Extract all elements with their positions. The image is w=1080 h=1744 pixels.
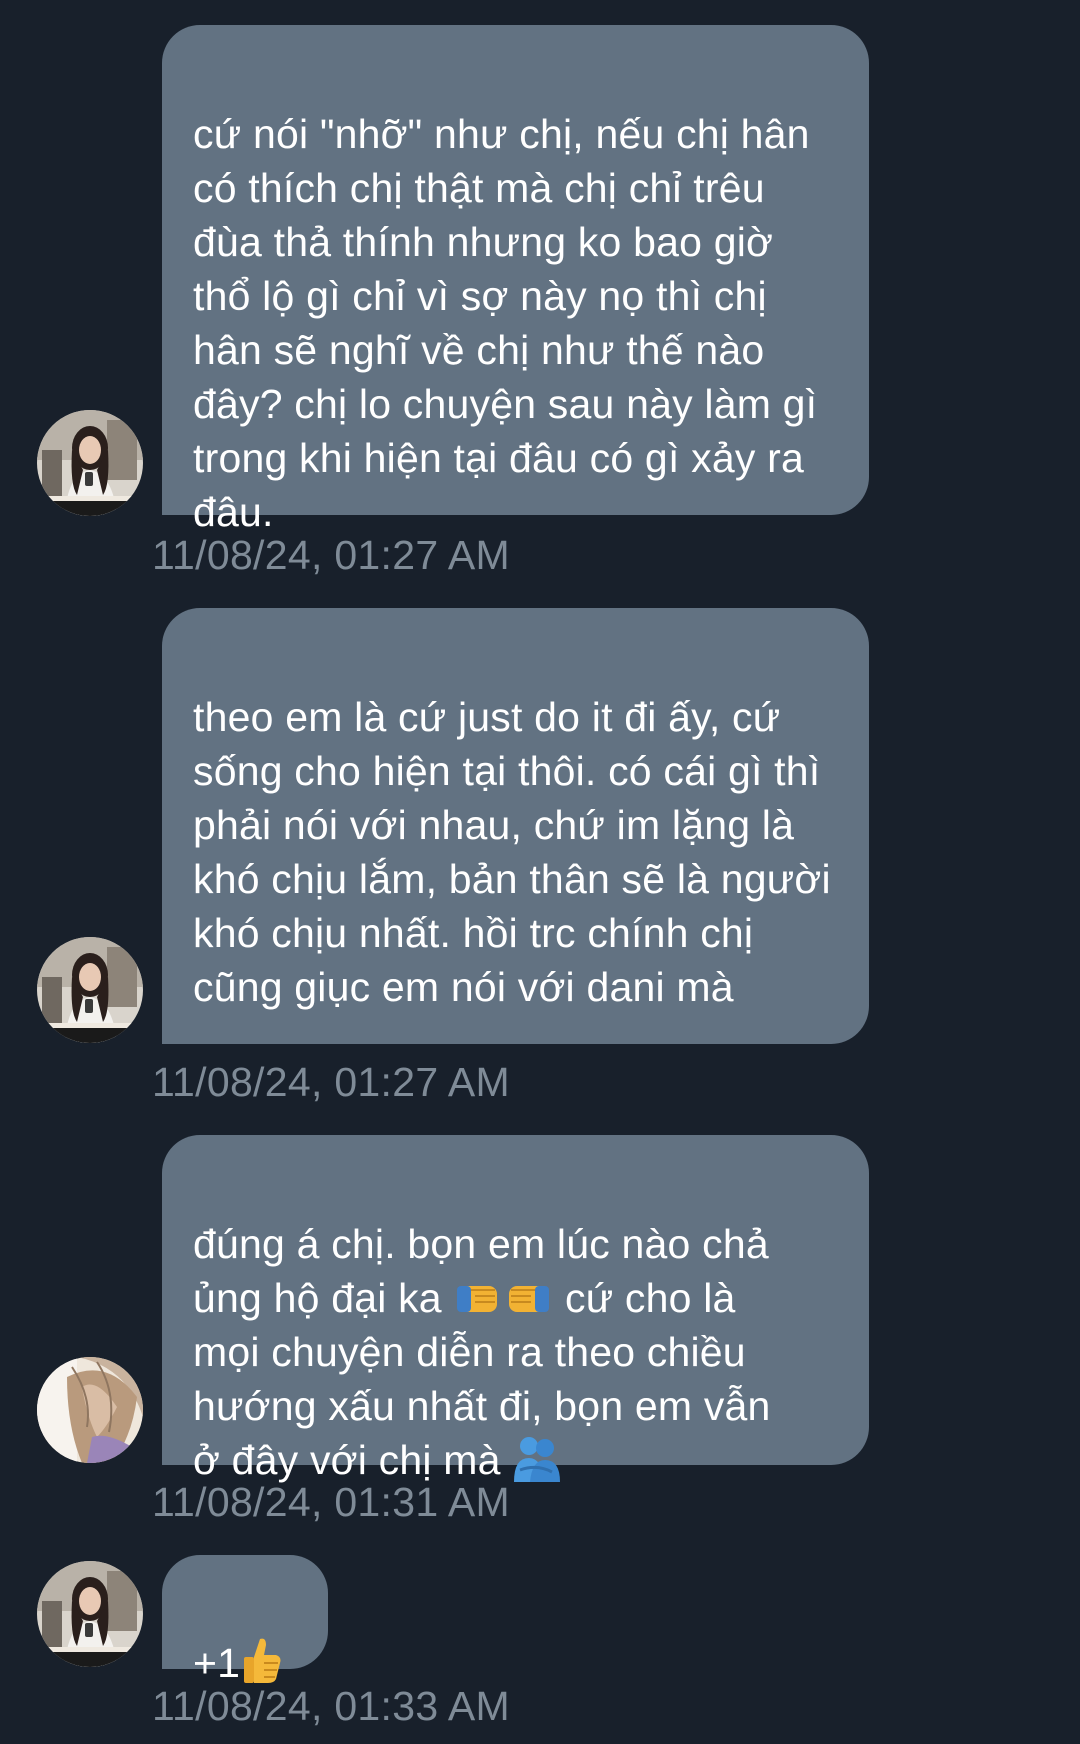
message-bubble[interactable]: theo em là cứ just do it đi ấy, cứ sống …: [162, 608, 869, 1044]
user-a-avatar-icon: [37, 937, 143, 1043]
message-timestamp: 11/08/24, 01:31 AM: [152, 1479, 510, 1525]
avatar[interactable]: [37, 1357, 143, 1463]
avatar[interactable]: [37, 1561, 143, 1667]
thumbs-up-emoji-icon: [240, 1635, 282, 1685]
message-bubble[interactable]: cứ nói "nhỡ" như chị, nếu chị hân có thí…: [162, 25, 869, 535]
message-timestamp: 11/08/24, 01:33 AM: [152, 1683, 510, 1729]
user-a-avatar-icon: [37, 1561, 143, 1667]
message-text: +1: [193, 1640, 241, 1686]
message-bubble[interactable]: +1: [162, 1555, 328, 1686]
user-b-avatar-icon: [37, 1357, 143, 1463]
dm-conversation: cứ nói "nhỡ" như chị, nếu chị hân có thí…: [0, 0, 1080, 1744]
user-a-avatar-icon: [37, 410, 143, 516]
message-timestamp: 11/08/24, 01:27 AM: [152, 1059, 510, 1105]
fist-bump-emoji-icon: [453, 1276, 553, 1320]
message-timestamp: 11/08/24, 01:27 AM: [152, 532, 510, 578]
message-text: cứ nói "nhỡ" như chị, nếu chị hân có thí…: [193, 111, 818, 535]
avatar[interactable]: [37, 410, 143, 516]
people-hugging-emoji-icon: [512, 1434, 562, 1482]
message-bubble[interactable]: đúng á chị. bọn em lúc nào chả ủng hộ đạ…: [162, 1135, 869, 1483]
message-text: theo em là cứ just do it đi ấy, cứ sống …: [193, 694, 831, 1010]
avatar[interactable]: [37, 937, 143, 1043]
